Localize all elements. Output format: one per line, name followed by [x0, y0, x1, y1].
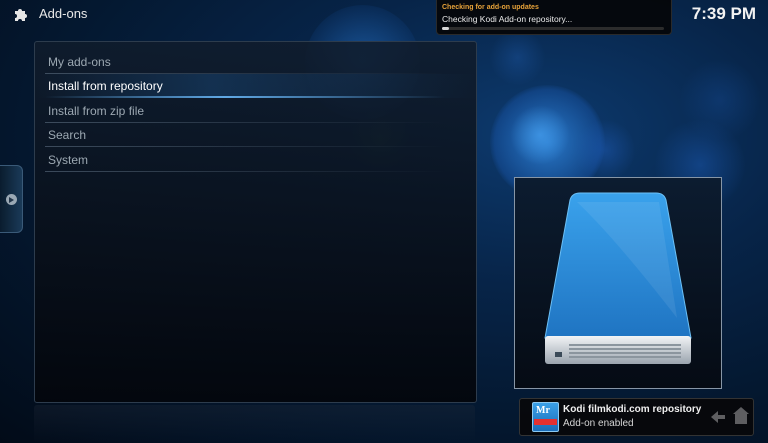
divider: [45, 171, 445, 172]
preview-thumbnail: [514, 177, 722, 389]
notification-message: Checking Kodi Add-on repository...: [442, 14, 573, 24]
notification-title: Checking for add-on updates: [442, 4, 539, 11]
panel-reflection: [34, 405, 475, 443]
play-arrow-icon: [6, 194, 17, 205]
progress-bar-fill: [442, 27, 449, 30]
logo-strip: [534, 419, 557, 425]
menu-item-label: Install from zip file: [48, 104, 145, 118]
menu-item-label: My add-ons: [48, 55, 111, 69]
side-menu-tab[interactable]: [0, 165, 23, 233]
menu-item-install-from-repository[interactable]: Install from repository: [35, 74, 476, 98]
bokeh-light: [490, 30, 545, 85]
repository-logo: Mr: [532, 402, 559, 432]
page-title: Add-ons: [39, 6, 88, 21]
clock: 7:39 PM: [691, 4, 756, 23]
back-arrow-icon: [709, 408, 727, 426]
addons-menu: My add-ons Install from repository Insta…: [34, 41, 477, 403]
addon-enabled-toast: Mr Kodi filmkodi.com repository Add-on e…: [519, 398, 754, 436]
progress-bar: [442, 27, 664, 30]
repository-logo-text: Mr: [536, 405, 550, 416]
divider: [45, 146, 445, 147]
toast-message: Add-on enabled: [563, 418, 634, 429]
bokeh-light: [575, 120, 635, 180]
menu-item-search[interactable]: Search: [35, 123, 476, 147]
menu-item-label: System: [48, 153, 89, 167]
divider: [45, 96, 445, 98]
bokeh-light: [680, 60, 760, 140]
menu-item-label: Search: [48, 128, 87, 142]
menu-item-system[interactable]: System: [35, 148, 476, 172]
bokeh-light: [510, 105, 570, 165]
update-progress-notification: Checking for add-on updates Checking Kod…: [436, 0, 672, 35]
menu-item-my-addons[interactable]: My add-ons: [35, 50, 476, 74]
hard-drive-icon: [544, 192, 692, 364]
home-icon: [732, 401, 750, 431]
toast-title: Kodi filmkodi.com repository: [563, 404, 702, 415]
menu-item-label: Install from repository: [48, 79, 163, 93]
menu-item-install-from-zip[interactable]: Install from zip file: [35, 99, 476, 123]
puzzle-icon: [12, 4, 32, 24]
